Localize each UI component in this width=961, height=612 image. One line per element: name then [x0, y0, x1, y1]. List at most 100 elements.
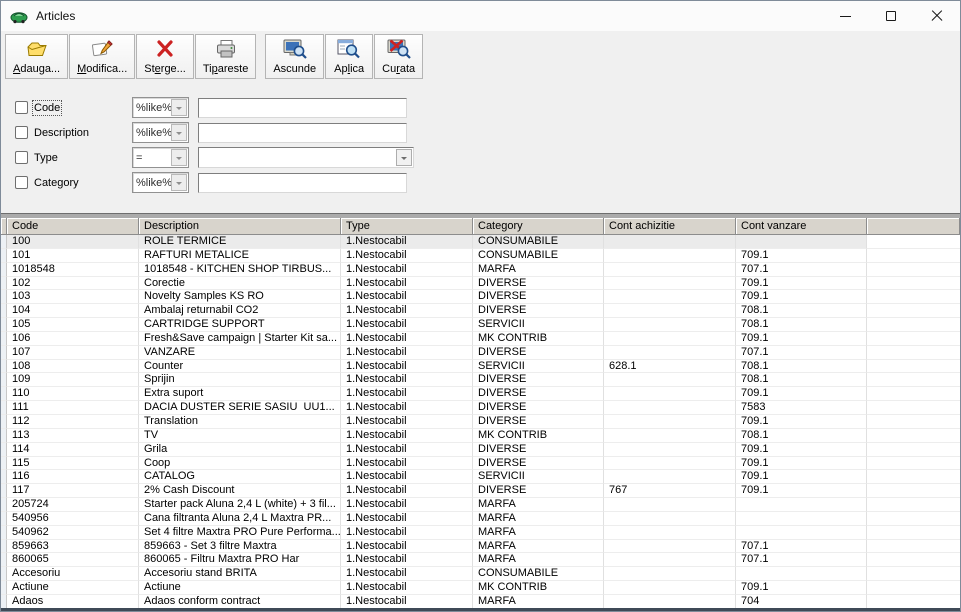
description-filter-checkbox[interactable]: [15, 126, 28, 139]
column-header-description[interactable]: Description: [139, 218, 341, 235]
cell-category: MARFA: [473, 263, 604, 277]
code-operator-select[interactable]: %like%: [132, 97, 189, 118]
cell-type: 1.Nestocabil: [341, 263, 473, 277]
curata-button[interactable]: Curata: [374, 34, 423, 79]
cell-type: 1.Nestocabil: [341, 346, 473, 360]
table-row[interactable]: 106 Fresh&Save campaign | Starter Kit sa…: [1, 332, 960, 346]
category-operator-select[interactable]: %like%: [132, 172, 189, 193]
cell-type: 1.Nestocabil: [341, 415, 473, 429]
table-row[interactable]: 117 2% Cash Discount 1.Nestocabil DIVERS…: [1, 484, 960, 498]
table-row[interactable]: 100 ROLE TERMICE 1.Nestocabil CONSUMABIL…: [1, 235, 960, 249]
adauga-button[interactable]: Adauga...: [5, 34, 68, 79]
table-row[interactable]: Accesoriu Accesoriu stand BRITA 1.Nestoc…: [1, 567, 960, 581]
table-row[interactable]: 114 Grila 1.Nestocabil DIVERSE 709.1: [1, 443, 960, 457]
new-folder-icon: [25, 38, 49, 60]
cell-filler: [867, 429, 960, 443]
cell-cont-achizitie: [604, 540, 736, 554]
close-button[interactable]: [914, 1, 960, 31]
minimize-button[interactable]: [822, 1, 868, 31]
cell-type: 1.Nestocabil: [341, 429, 473, 443]
cell-category: MK CONTRIB: [473, 429, 604, 443]
clear-filter-icon: [386, 38, 412, 60]
cell-cont-achizitie: [604, 277, 736, 291]
cell-code: 100: [7, 235, 139, 249]
ascunde-button[interactable]: Ascunde: [265, 34, 324, 79]
category-filter-label: Category: [34, 177, 79, 189]
table-row[interactable]: 110 Extra suport 1.Nestocabil DIVERSE 70…: [1, 387, 960, 401]
table-row[interactable]: 112 Translation 1.Nestocabil DIVERSE 709…: [1, 415, 960, 429]
table-row[interactable]: Adaos Adaos conform contract 1.Nestocabi…: [1, 595, 960, 608]
table-row[interactable]: 113 TV 1.Nestocabil MK CONTRIB 708.1: [1, 429, 960, 443]
type-filter-checkbox[interactable]: [15, 151, 28, 164]
cell-cont-achizitie: [604, 498, 736, 512]
toolbar: Adauga... Modifica... Sterge...: [5, 34, 424, 79]
table-row[interactable]: 109 Sprijin 1.Nestocabil DIVERSE 708.1: [1, 373, 960, 387]
column-header-type[interactable]: Type: [341, 218, 473, 235]
table-row[interactable]: 104 Ambalaj returnabil CO2 1.Nestocabil …: [1, 304, 960, 318]
chevron-down-icon: [396, 149, 412, 166]
column-header-cont-vanzare[interactable]: Cont vanzare: [736, 218, 867, 235]
table-row[interactable]: 1018548 1018548 - KITCHEN SHOP TIRBUS...…: [1, 263, 960, 277]
articles-window: Articles Adauga...: [0, 0, 961, 612]
table-row[interactable]: 116 CATALOG 1.Nestocabil SERVICII 709.1: [1, 470, 960, 484]
table-row[interactable]: 101 RAFTURI METALICE 1.Nestocabil CONSUM…: [1, 249, 960, 263]
table-row[interactable]: 105 CARTRIDGE SUPPORT 1.Nestocabil SERVI…: [1, 318, 960, 332]
cell-code: 111: [7, 401, 139, 415]
table-row[interactable]: 108 Counter 1.Nestocabil SERVICII 628.1 …: [1, 360, 960, 374]
cell-cont-achizitie: [604, 443, 736, 457]
cell-cont-vanzare: [736, 512, 867, 526]
table-row[interactable]: 102 Corectie 1.Nestocabil DIVERSE 709.1: [1, 277, 960, 291]
filter-row-category: Category %like%: [15, 170, 414, 195]
cell-category: MARFA: [473, 540, 604, 554]
code-filter-input[interactable]: [198, 98, 407, 118]
table-row[interactable]: 540956 Cana filtranta Aluna 2,4 L Maxtra…: [1, 512, 960, 526]
cell-filler: [867, 526, 960, 540]
cell-category: MK CONTRIB: [473, 332, 604, 346]
category-filter-checkbox[interactable]: [15, 176, 28, 189]
cell-category: DIVERSE: [473, 415, 604, 429]
cell-type: 1.Nestocabil: [341, 360, 473, 374]
cell-description: Grila: [139, 443, 341, 457]
table-row[interactable]: 859663 859663 - Set 3 filtre Maxtra 1.Ne…: [1, 540, 960, 554]
cell-cont-achizitie: [604, 581, 736, 595]
cell-type: 1.Nestocabil: [341, 443, 473, 457]
modifica-button[interactable]: Modifica...: [69, 34, 135, 79]
titlebar[interactable]: Articles: [1, 1, 960, 31]
description-filter-input[interactable]: [198, 123, 407, 143]
table-row[interactable]: 115 Coop 1.Nestocabil DIVERSE 709.1: [1, 457, 960, 471]
code-filter-checkbox[interactable]: [15, 101, 28, 114]
table-row[interactable]: 205724 Starter pack Aluna 2,4 L (white) …: [1, 498, 960, 512]
cell-cont-vanzare: [736, 498, 867, 512]
type-operator-select[interactable]: =: [132, 147, 189, 168]
table-row[interactable]: 111 DACIA DUSTER SERIE SASIU UU1... 1.Ne…: [1, 401, 960, 415]
sterge-button[interactable]: Sterge...: [136, 34, 194, 79]
cell-code: Actiune: [7, 581, 139, 595]
type-filter-combobox[interactable]: [198, 147, 414, 168]
table-row[interactable]: 107 VANZARE 1.Nestocabil DIVERSE 707.1: [1, 346, 960, 360]
cell-code: 540962: [7, 526, 139, 540]
tipareste-button[interactable]: Tipareste: [195, 34, 256, 79]
table-row[interactable]: 860065 860065 - Filtru Maxtra PRO Har 1.…: [1, 553, 960, 567]
column-header-code[interactable]: Code: [7, 218, 139, 235]
table-row[interactable]: 540962 Set 4 filtre Maxtra PRO Pure Perf…: [1, 526, 960, 540]
table-row[interactable]: Actiune Actiune 1.Nestocabil MK CONTRIB …: [1, 581, 960, 595]
cell-description: Set 4 filtre Maxtra PRO Pure Performa...: [139, 526, 341, 540]
cell-category: MARFA: [473, 526, 604, 540]
grid-header: Code Description Type Category Cont achi…: [1, 218, 960, 235]
chevron-down-icon: [171, 99, 187, 116]
cell-code: 110: [7, 387, 139, 401]
category-filter-input[interactable]: [198, 173, 407, 193]
cell-code: 116: [7, 470, 139, 484]
cell-filler: [867, 290, 960, 304]
cell-description: 2% Cash Discount: [139, 484, 341, 498]
description-operator-select[interactable]: %like%: [132, 122, 189, 143]
maximize-button[interactable]: [868, 1, 914, 31]
cell-cont-achizitie: [604, 249, 736, 263]
column-header-category[interactable]: Category: [473, 218, 604, 235]
column-header-cont-achizitie[interactable]: Cont achizitie: [604, 218, 736, 235]
cell-filler: [867, 373, 960, 387]
table-row[interactable]: 103 Novelty Samples KS RO 1.Nestocabil D…: [1, 290, 960, 304]
hide-filter-monitor-icon: [282, 38, 308, 60]
cell-cont-vanzare: 708.1: [736, 360, 867, 374]
aplica-button[interactable]: Aplica: [325, 34, 373, 79]
